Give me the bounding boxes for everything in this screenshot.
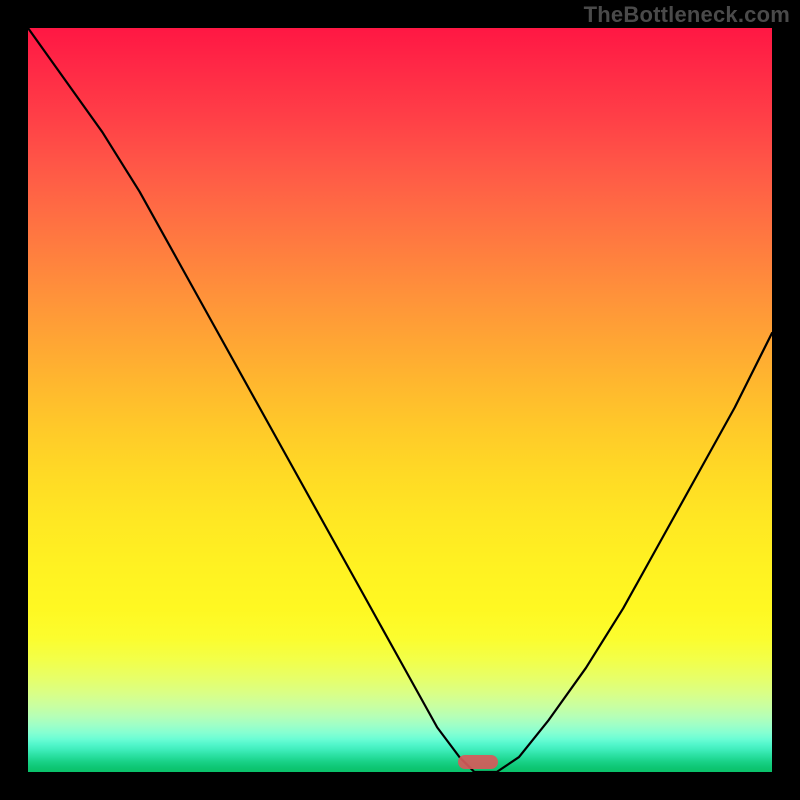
optimum-marker [458, 755, 498, 769]
watermark-text: TheBottleneck.com [584, 2, 790, 28]
plot-area [28, 28, 772, 772]
bottleneck-curve [28, 28, 772, 772]
chart-frame: TheBottleneck.com [0, 0, 800, 800]
curve-path [28, 28, 772, 772]
